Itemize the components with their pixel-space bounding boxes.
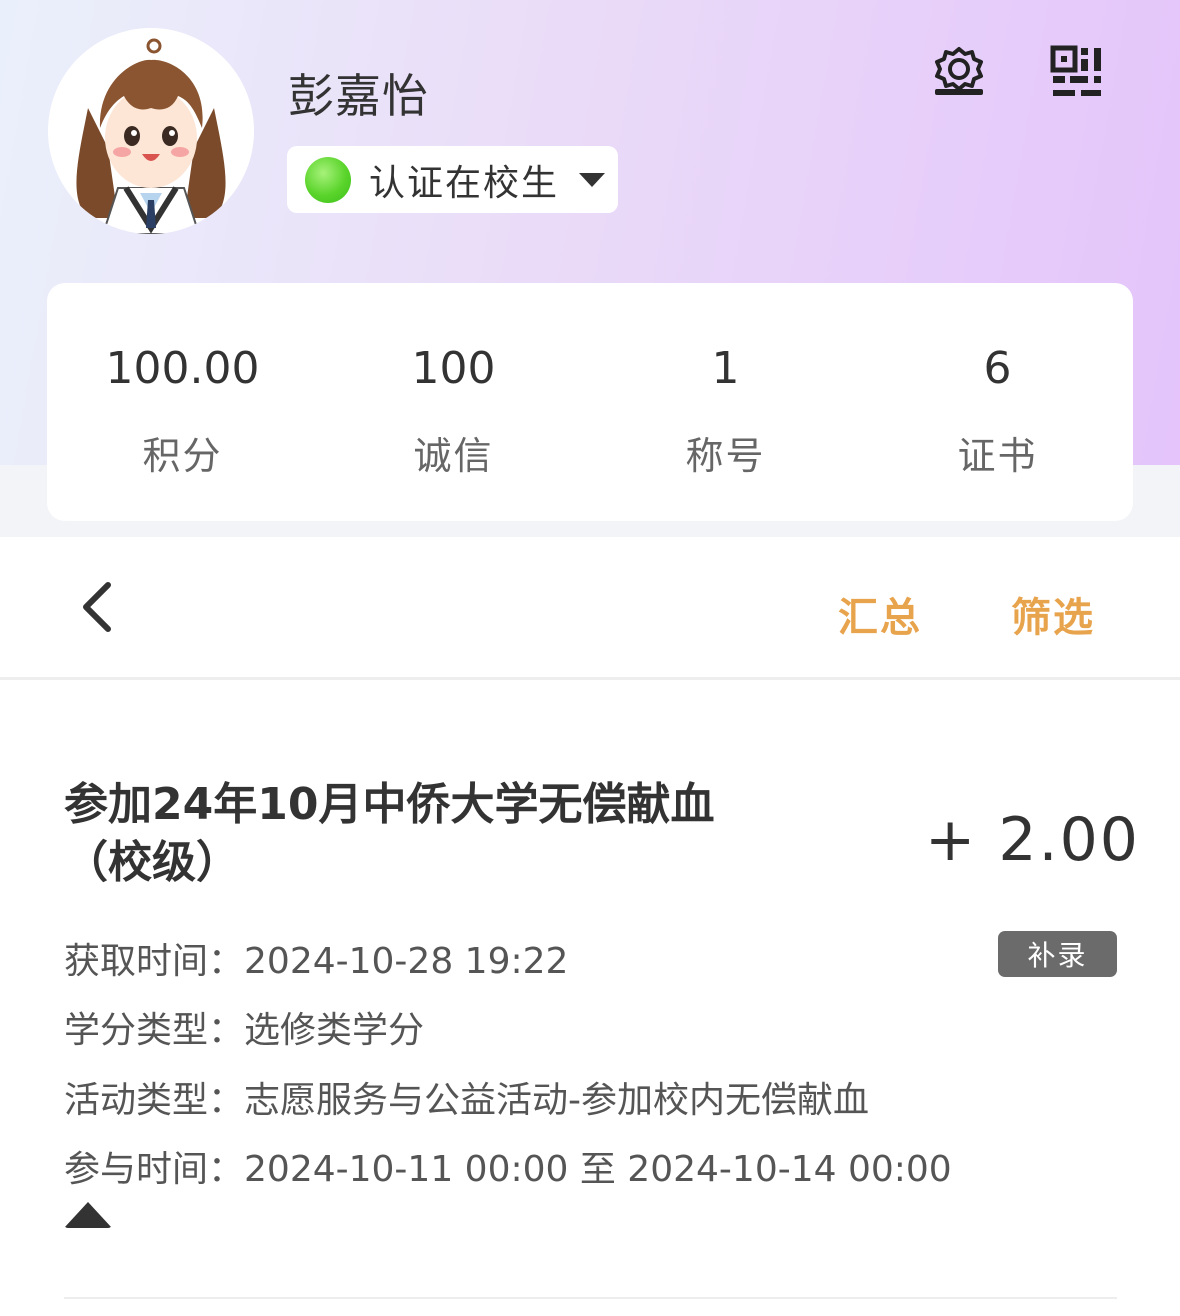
- stat-value: 100.00: [105, 343, 260, 394]
- avatar[interactable]: [48, 28, 254, 234]
- caret-down-icon: [579, 172, 606, 187]
- field-label: 参与时间：: [64, 1149, 245, 1190]
- stat-points[interactable]: 100.00 积分: [47, 283, 318, 521]
- divider: [0, 677, 1180, 680]
- field-value: 志愿服务与公益活动-参加校内无偿献血: [244, 1080, 870, 1121]
- stat-label: 诚信: [413, 434, 494, 478]
- divider: [64, 1297, 1117, 1299]
- status-badge: 补录: [998, 931, 1117, 977]
- collapse-arrow-icon[interactable]: [64, 1202, 112, 1228]
- stat-titles[interactable]: 1 称号: [590, 283, 861, 521]
- field-value: 选修类学分: [244, 1010, 425, 1051]
- avatar-illustration: [48, 28, 254, 234]
- filter-button[interactable]: 筛选: [1011, 585, 1095, 643]
- stat-certificates[interactable]: 6 证书: [862, 283, 1133, 521]
- record-title-line: 参加24年10月中侨大学无偿献血: [64, 779, 715, 830]
- profile-name: 彭嘉怡: [288, 69, 429, 123]
- record-title-line: （校级）: [64, 837, 240, 888]
- stat-value: 6: [983, 343, 1012, 394]
- chevron-left-icon: [83, 582, 111, 632]
- record-title[interactable]: 参加24年10月中侨大学无偿献血 （校级）: [64, 776, 784, 892]
- toolbar: 汇总 筛选: [0, 537, 1180, 677]
- field-value: 2024-10-28 19:22: [244, 941, 569, 982]
- summary-button[interactable]: 汇总: [838, 585, 922, 643]
- stat-integrity[interactable]: 100 诚信: [318, 283, 589, 521]
- stat-label: 称号: [685, 434, 766, 478]
- record-field-acquired-time: 获取时间：2024-10-28 19:22: [64, 932, 568, 984]
- field-label: 活动类型：: [64, 1080, 245, 1121]
- field-label: 学分类型：: [64, 1010, 245, 1051]
- stat-label: 积分: [142, 434, 223, 478]
- record-field-credit-type: 学分类型：选修类学分: [64, 1001, 424, 1053]
- award-icon[interactable]: [930, 45, 988, 99]
- back-button[interactable]: [70, 579, 126, 635]
- stat-value: 100: [411, 343, 496, 394]
- stat-label: 证书: [957, 434, 1038, 478]
- stat-value: 1: [711, 343, 740, 394]
- record-field-activity-type: 活动类型：志愿服务与公益活动-参加校内无偿献血: [64, 1071, 869, 1123]
- field-label: 获取时间：: [64, 941, 245, 982]
- status-label: 认证在校生: [369, 162, 560, 204]
- field-value: 2024-10-11 00:00 至 2024-10-14 00:00: [244, 1149, 952, 1190]
- record-points: + 2.00: [925, 805, 1140, 875]
- record-field-participation-time: 参与时间：2024-10-11 00:00 至 2024-10-14 00:00: [64, 1140, 952, 1192]
- status-indicator-icon: [305, 156, 351, 203]
- qr-code-icon[interactable]: [1050, 45, 1106, 99]
- status-selector[interactable]: 认证在校生: [287, 146, 618, 213]
- stats-card: 100.00 积分 100 诚信 1 称号 6 证书: [47, 283, 1133, 521]
